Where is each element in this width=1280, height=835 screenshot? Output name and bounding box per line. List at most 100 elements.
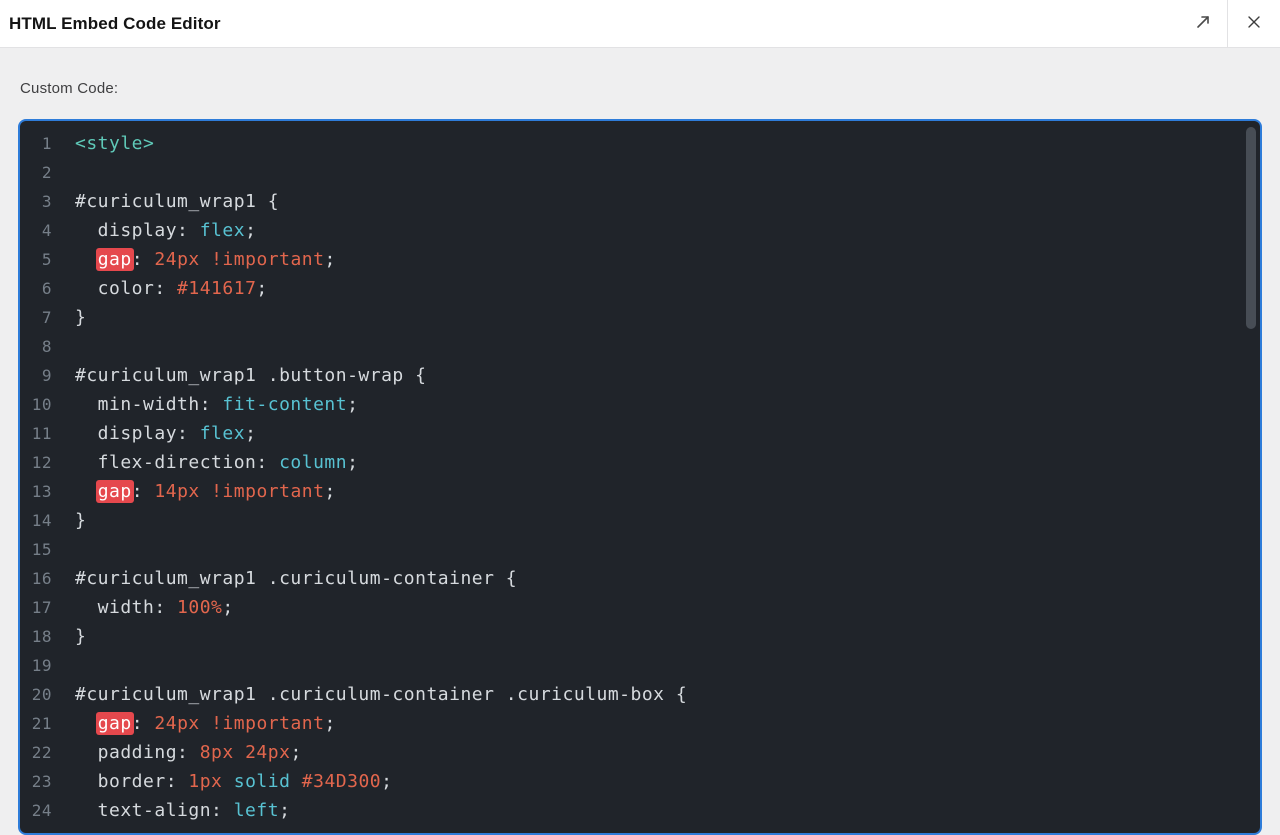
line-number: 16 [31,569,52,588]
code-token: 8px [199,742,234,763]
search-match-highlight: gap [95,712,134,735]
line-number: 19 [31,656,52,675]
code-token: 14px [154,481,200,502]
code-token: ; [222,597,234,618]
expand-button[interactable] [1179,0,1227,47]
code-token: border: [75,771,189,792]
code-line: 20 #curiculum_wrap1 .curiculum-container … [20,680,1260,709]
code-line-content: } [75,510,86,531]
line-number: 21 [31,714,52,733]
code-line-content: #curiculum_wrap1 .curiculum-container { [75,568,517,589]
code-token: width: [75,597,178,618]
line-number: 9 [41,366,52,385]
code-line: 22 padding: 8px 24px; [20,738,1260,767]
code-token: fit-content [222,394,348,415]
line-number: 1 [41,134,52,153]
code-line: 6 color: #141617; [20,274,1260,303]
code-line-content: <style> [75,133,154,154]
code-token: ; [279,800,291,821]
code-line: 1 <style> [20,129,1260,158]
code-token: ; [324,713,336,734]
code-line-content: #curiculum_wrap1 { [75,191,279,212]
code-token: 24px [245,742,291,763]
code-line: 21 gap: 24px !important; [20,709,1260,738]
code-token: display: [75,220,200,241]
code-token: : [131,481,155,502]
line-number: 2 [41,163,52,182]
line-number: 10 [31,395,52,414]
window-title: HTML Embed Code Editor [9,13,221,33]
code-line-content: display: flex; [75,220,256,241]
code-token: ; [290,742,302,763]
code-token: column [279,452,348,473]
code-line: 14} [20,506,1260,535]
code-token: #141617 [177,278,257,299]
code-line: 12 flex-direction: column; [20,448,1260,477]
line-number: 12 [31,453,52,472]
code-token: ; [324,481,336,502]
code-token: padding: [75,742,200,763]
code-token: left [233,800,280,821]
code-token: 24px [154,713,200,734]
code-token: solid [233,771,291,792]
code-token: !important [211,481,325,502]
code-line-content: } [75,626,86,647]
code-token: 24px [154,249,200,270]
code-line: 18} [20,622,1260,651]
code-token: text-align: [75,800,234,821]
code-token: 1px [188,771,223,792]
code-token: : [131,249,155,270]
code-line: 15 [20,535,1260,564]
line-number: 20 [31,685,52,704]
code-line: 23 border: 1px solid #34D300; [20,767,1260,796]
code-token: ; [245,423,257,444]
search-match-highlight: gap [95,248,134,271]
line-number: 3 [41,192,52,211]
line-number: 14 [31,511,52,530]
line-number: 18 [31,627,52,646]
code-token: !important [211,249,325,270]
code-token: #curiculum_wrap1 .button-wrap { [75,365,427,386]
code-line: 16 #curiculum_wrap1 .curiculum-container … [20,564,1260,593]
code-token: flex [199,220,246,241]
titlebar: HTML Embed Code Editor [0,0,1280,48]
code-token: 100% [177,597,223,618]
code-token: ; [324,249,336,270]
code-line-content: #curiculum_wrap1 .button-wrap { [75,365,426,386]
code-line-content: width: 100%; [75,597,234,618]
close-icon [1246,14,1262,33]
line-number: 24 [31,801,52,820]
line-number: 17 [31,598,52,617]
expand-icon [1194,13,1212,34]
code-line-content: gap: 14px !important; [75,480,336,503]
code-lines: 1 <style> 2 3 #curiculum_wrap1 {4 display: f… [20,121,1260,825]
code-token: : [131,713,155,734]
code-token: ; [347,452,359,473]
code-line: 8 [20,332,1260,361]
code-line-content: flex-direction: column; [75,452,358,473]
code-line: 17 width: 100%; [20,593,1260,622]
code-line-content: border: 1px solid #34D300; [75,771,392,792]
scrollbar-thumb[interactable] [1246,127,1256,329]
code-token: } [75,626,87,647]
code-token: #34D300 [301,771,382,792]
line-number: 23 [31,772,52,791]
close-button[interactable] [1228,0,1280,47]
code-token: } [75,510,87,531]
code-line-content: } [75,307,86,328]
code-token: !important [211,713,325,734]
code-line-content: #curiculum_wrap1 .curiculum-container .c… [75,684,687,705]
code-editor[interactable]: 1 <style> 2 3 #curiculum_wrap1 {4 display: f… [18,119,1262,835]
code-line: 7} [20,303,1260,332]
line-number: 11 [31,424,52,443]
code-token: ; [381,771,393,792]
custom-code-label: Custom Code: [20,80,119,97]
code-line-content: text-align: left; [75,800,290,821]
code-token: flex [199,423,246,444]
